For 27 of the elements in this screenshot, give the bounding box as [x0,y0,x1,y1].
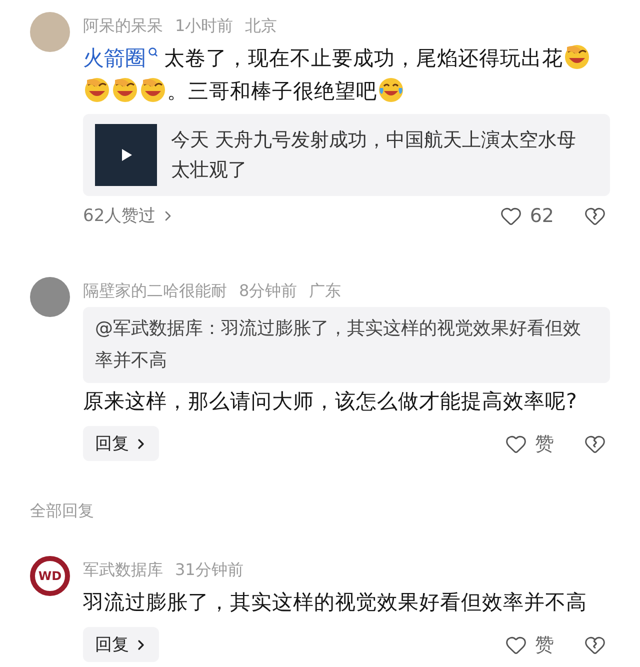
laughing-face-icon [84,77,110,103]
reply-button[interactable]: 回复 [83,627,159,662]
like-button[interactable]: 赞 [505,632,554,658]
reply-button[interactable]: 回复 [83,426,159,461]
quoted-comment: @军武数据库：羽流过膨胀了，其实这样的视觉效果好看但效率并不高 [83,307,610,383]
comment-text: 原来这样，那么请问大师，该怎么做才能提高效率呢? [83,388,578,415]
laughing-face-icon [140,77,166,103]
post-time: 1小时前 [175,16,234,36]
post-time: 31分钟前 [175,560,244,580]
comment-text: 火箭圈 太卷了，现在不止要成功，尾焰还得玩出花 。三哥和棒子很绝望吧 [83,42,610,108]
post-location: 广东 [309,280,342,302]
like-button[interactable]: 赞 [505,430,554,456]
likes-summary-link[interactable]: 62人赞过 [83,204,176,227]
card-title: 今天 天舟九号发射成功，中国航天上演太空水母太壮观了 [171,128,578,183]
section-label: 全部回复 [30,501,95,522]
topic-link[interactable]: 火箭圈 [83,46,164,70]
search-icon [148,47,158,57]
laughing-tears-icon [378,77,404,103]
like-button[interactable]: 62 [500,204,554,226]
comment-text: 羽流过膨胀了，其实这样的视觉效果好看但效率并不高 [83,589,588,616]
laughing-face-icon [564,44,590,70]
laughing-face-icon [112,77,138,103]
logo-avatar[interactable]: WD [30,556,70,596]
post-location: 北京 [245,16,278,36]
avatar[interactable] [30,277,70,317]
video-link-card[interactable]: 今天 天舟九号发射成功，中国航天上演太空水母太壮观了 [83,114,610,196]
post-time: 8分钟前 [239,280,298,302]
